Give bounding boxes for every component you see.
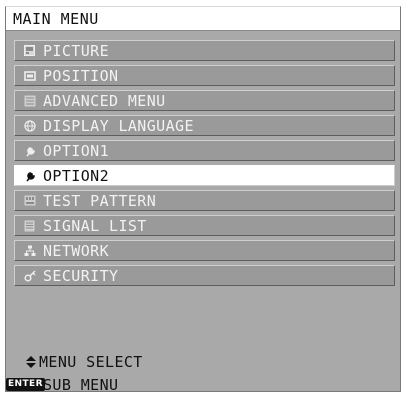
menu-item-label: OPTION1	[43, 142, 110, 160]
sub-menu-guide: ENTER SUB MENU	[6, 376, 400, 396]
menu-title-bar: MAIN MENU	[6, 7, 400, 31]
main-menu-window: MAIN MENU PICTURE POSITION ADVANCED MENU…	[5, 6, 401, 394]
test-pattern-icon	[23, 194, 36, 207]
menu-item-advanced-menu[interactable]: ADVANCED MENU	[14, 90, 395, 111]
position-icon	[23, 69, 36, 82]
menu-item-label: OPTION2	[43, 167, 110, 185]
menu-item-display-language[interactable]: DISPLAY LANGUAGE	[14, 115, 395, 136]
signal-list-icon	[23, 219, 36, 232]
menu-item-label: PICTURE	[43, 42, 110, 60]
wrench-icon	[23, 169, 36, 182]
menu-item-label: TEST PATTERN	[43, 192, 157, 210]
menu-item-option1[interactable]: OPTION1	[14, 140, 395, 161]
globe-icon	[23, 119, 36, 132]
menu-select-guide: MENU SELECT	[6, 353, 400, 373]
enter-key-icon: ENTER	[6, 378, 45, 391]
menu-guide: MENU SELECT ENTER SUB MENU	[6, 345, 400, 394]
network-icon	[23, 244, 36, 257]
menu-select-label: MENU SELECT	[39, 353, 143, 371]
picture-icon	[23, 44, 36, 57]
up-down-arrow-icon	[26, 356, 36, 368]
menu-item-network[interactable]: NETWORK	[14, 240, 395, 261]
menu-item-label: SIGNAL LIST	[43, 217, 147, 235]
menu-item-label: ADVANCED MENU	[43, 92, 166, 110]
key-icon	[23, 269, 36, 282]
menu-item-signal-list[interactable]: SIGNAL LIST	[14, 215, 395, 236]
menu-title: MAIN MENU	[13, 10, 99, 28]
advanced-menu-icon	[23, 94, 36, 107]
menu-item-position[interactable]: POSITION	[14, 65, 395, 86]
menu-item-label: SECURITY	[43, 267, 119, 285]
wrench-icon	[23, 144, 36, 157]
menu-item-label: DISPLAY LANGUAGE	[43, 117, 194, 135]
menu-item-picture[interactable]: PICTURE	[14, 40, 395, 61]
menu-item-option2[interactable]: OPTION2	[14, 165, 395, 186]
menu-item-test-pattern[interactable]: TEST PATTERN	[14, 190, 395, 211]
sub-menu-label: SUB MENU	[43, 376, 119, 394]
menu-item-label: POSITION	[43, 67, 119, 85]
menu-item-security[interactable]: SECURITY	[14, 265, 395, 286]
menu-item-label: NETWORK	[43, 242, 110, 260]
